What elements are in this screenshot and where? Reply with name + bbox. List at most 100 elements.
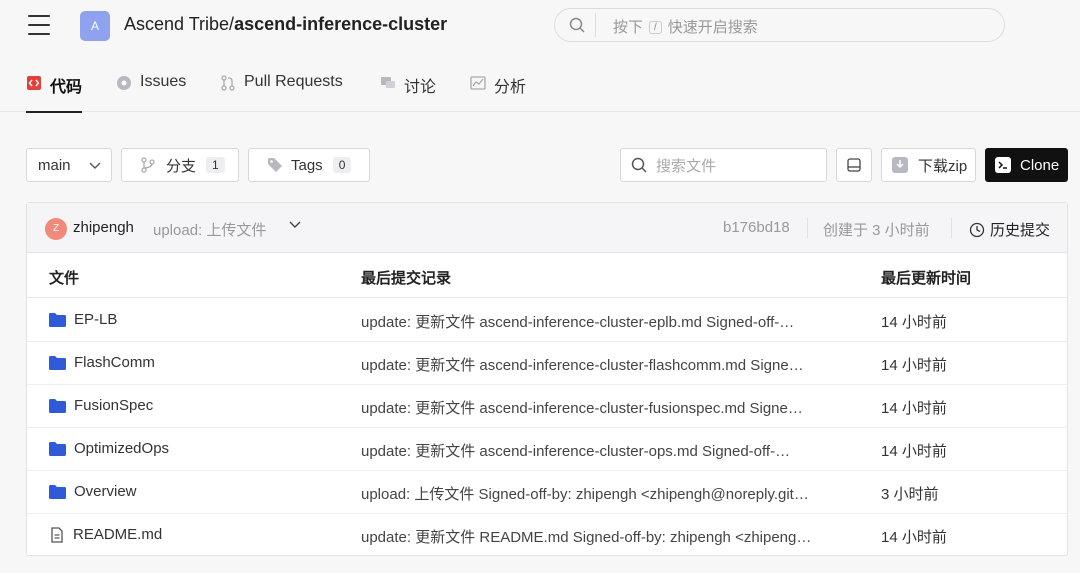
tags-button[interactable]: Tags 0 <box>248 148 370 182</box>
repo-tabs: 代码 Issues Pull Requests 讨论 分析 <box>0 56 1080 113</box>
tag-icon <box>268 158 282 172</box>
clock-icon <box>969 222 985 237</box>
tab-label: 分析 <box>494 79 527 96</box>
desktop-icon <box>847 158 861 172</box>
tab-issues[interactable]: Issues <box>116 73 186 113</box>
code-icon <box>27 76 41 90</box>
table-row: README.md update: 更新文件 README.md Signed-o… <box>27 514 1067 557</box>
global-search[interactable]: 按下 / 快速开启搜索 <box>554 8 1005 42</box>
download-zip-button[interactable]: 下载zip <box>881 148 976 182</box>
row-updated-time: 3 小时前 <box>881 486 939 503</box>
row-commit-message[interactable]: update: 更新文件 ascend-inference-cluster-op… <box>361 440 841 461</box>
table-row: FusionSpec update: 更新文件 ascend-inference-… <box>27 385 1067 428</box>
tab-pull-requests[interactable]: Pull Requests <box>220 73 343 113</box>
row-updated-time: 14 小时前 <box>881 400 947 417</box>
tab-label: Issues <box>140 73 187 90</box>
file-name: FlashComm <box>74 354 155 371</box>
column-header-updated: 最后更新时间 <box>881 270 972 287</box>
table-row: EP-LB update: 更新文件 ascend-inference-clust… <box>27 299 1067 342</box>
tab-discussion[interactable]: 讨论 <box>380 73 436 113</box>
file-name-link[interactable]: README.md <box>49 526 162 543</box>
branch-icon <box>141 157 155 173</box>
row-updated-time: 14 小时前 <box>881 529 947 546</box>
tab-label: 代码 <box>50 79 83 96</box>
menu-icon[interactable] <box>28 15 50 35</box>
file-name-link[interactable]: FusionSpec <box>49 397 153 414</box>
commit-user-avatar[interactable]: Z <box>45 218 67 240</box>
file-name: OptimizedOps <box>74 440 170 457</box>
top-header: A Ascend Tribe/ascend-inference-cluster … <box>0 0 1080 54</box>
history-button[interactable]: 历史提交 <box>969 219 1050 240</box>
folder-icon <box>49 484 66 499</box>
column-header-last-commit: 最后提交记录 <box>361 270 452 287</box>
tab-label: 讨论 <box>404 79 437 96</box>
row-commit-message[interactable]: update: 更新文件 ascend-inference-cluster-fu… <box>361 397 841 418</box>
branches-button[interactable]: 分支 1 <box>121 148 239 182</box>
repo-title: Ascend Tribe/ascend-inference-cluster <box>124 14 447 35</box>
desktop-button[interactable] <box>836 148 872 182</box>
table-row: FlashComm update: 更新文件 ascend-inference-c… <box>27 342 1067 385</box>
commit-user[interactable]: zhipengh <box>73 219 134 236</box>
folder-icon <box>49 312 66 327</box>
tags-label: Tags <box>291 156 323 174</box>
column-header-file: 文件 <box>49 270 80 287</box>
tab-analytics[interactable]: 分析 <box>470 73 526 113</box>
folder-icon <box>49 355 66 370</box>
history-label: 历史提交 <box>990 222 1051 239</box>
file-search-input[interactable]: 搜索文件 <box>620 148 827 182</box>
clone-button[interactable]: Clone <box>985 148 1068 182</box>
row-commit-message[interactable]: update: 更新文件 ascend-inference-cluster-ep… <box>361 311 841 332</box>
search-placeholder: 按下 / 快速开启搜索 <box>613 19 758 36</box>
chevron-down-icon[interactable] <box>289 221 301 229</box>
separator <box>807 218 808 238</box>
file-name-link[interactable]: Overview <box>49 483 137 500</box>
chevron-down-icon <box>89 162 101 169</box>
file-search-placeholder: 搜索文件 <box>656 157 717 175</box>
analytics-icon <box>470 76 486 90</box>
branch-name: main <box>38 156 71 174</box>
download-icon <box>892 157 908 173</box>
folder-icon <box>49 441 66 456</box>
branches-count: 1 <box>206 157 225 173</box>
tab-code[interactable]: 代码 <box>26 73 83 113</box>
folder-icon <box>49 398 66 413</box>
search-icon <box>569 17 585 33</box>
shortcut-key: / <box>649 21 662 34</box>
file-icon <box>49 526 65 543</box>
file-name-link[interactable]: FlashComm <box>49 354 155 371</box>
row-commit-message[interactable]: upload: 上传文件 Signed-off-by: zhipengh <zh… <box>361 483 841 504</box>
table-row: OptimizedOps update: 更新文件 ascend-inferenc… <box>27 428 1067 471</box>
row-updated-time: 14 小时前 <box>881 314 947 331</box>
latest-commit-bar: Z zhipengh upload: 上传文件 b176bd18 创建于 3 小… <box>27 203 1067 253</box>
file-table-panel: Z zhipengh upload: 上传文件 b176bd18 创建于 3 小… <box>26 202 1068 556</box>
issue-icon <box>117 76 131 90</box>
tab-label: Pull Requests <box>244 73 343 90</box>
separator <box>951 218 952 238</box>
file-name: EP-LB <box>74 311 118 328</box>
table-row: Overview upload: 上传文件 Signed-off-by: zhip… <box>27 471 1067 514</box>
commit-message[interactable]: upload: 上传文件 <box>153 219 266 240</box>
file-name-link[interactable]: OptimizedOps <box>49 440 169 457</box>
commit-hash[interactable]: b176bd18 <box>723 219 790 236</box>
row-updated-time: 14 小时前 <box>881 357 947 374</box>
row-commit-message[interactable]: update: 更新文件 ascend-inference-cluster-fl… <box>361 354 841 375</box>
branch-select[interactable]: main <box>26 148 112 182</box>
search-divider <box>595 13 596 37</box>
pull-request-icon <box>221 75 235 91</box>
file-name: FusionSpec <box>74 397 154 414</box>
repo-owner-link[interactable]: Ascend Tribe/ <box>124 14 234 34</box>
tags-count: 0 <box>332 157 352 173</box>
row-commit-message[interactable]: update: 更新文件 README.md Signed-off-by: zh… <box>361 526 841 547</box>
download-label: 下载zip <box>918 157 968 175</box>
commit-time: 创建于 3 小时前 <box>823 222 930 239</box>
row-updated-time: 14 小时前 <box>881 443 947 460</box>
clone-label: Clone <box>1020 156 1060 174</box>
search-icon <box>631 157 647 173</box>
file-name: README.md <box>73 526 163 543</box>
file-name: Overview <box>74 483 137 500</box>
repo-avatar: A <box>80 11 110 41</box>
file-name-link[interactable]: EP-LB <box>49 311 117 328</box>
repo-name-link[interactable]: ascend-inference-cluster <box>234 14 447 34</box>
table-header: 文件 最后提交记录 最后更新时间 <box>27 254 1067 298</box>
branches-label: 分支 <box>166 157 197 175</box>
